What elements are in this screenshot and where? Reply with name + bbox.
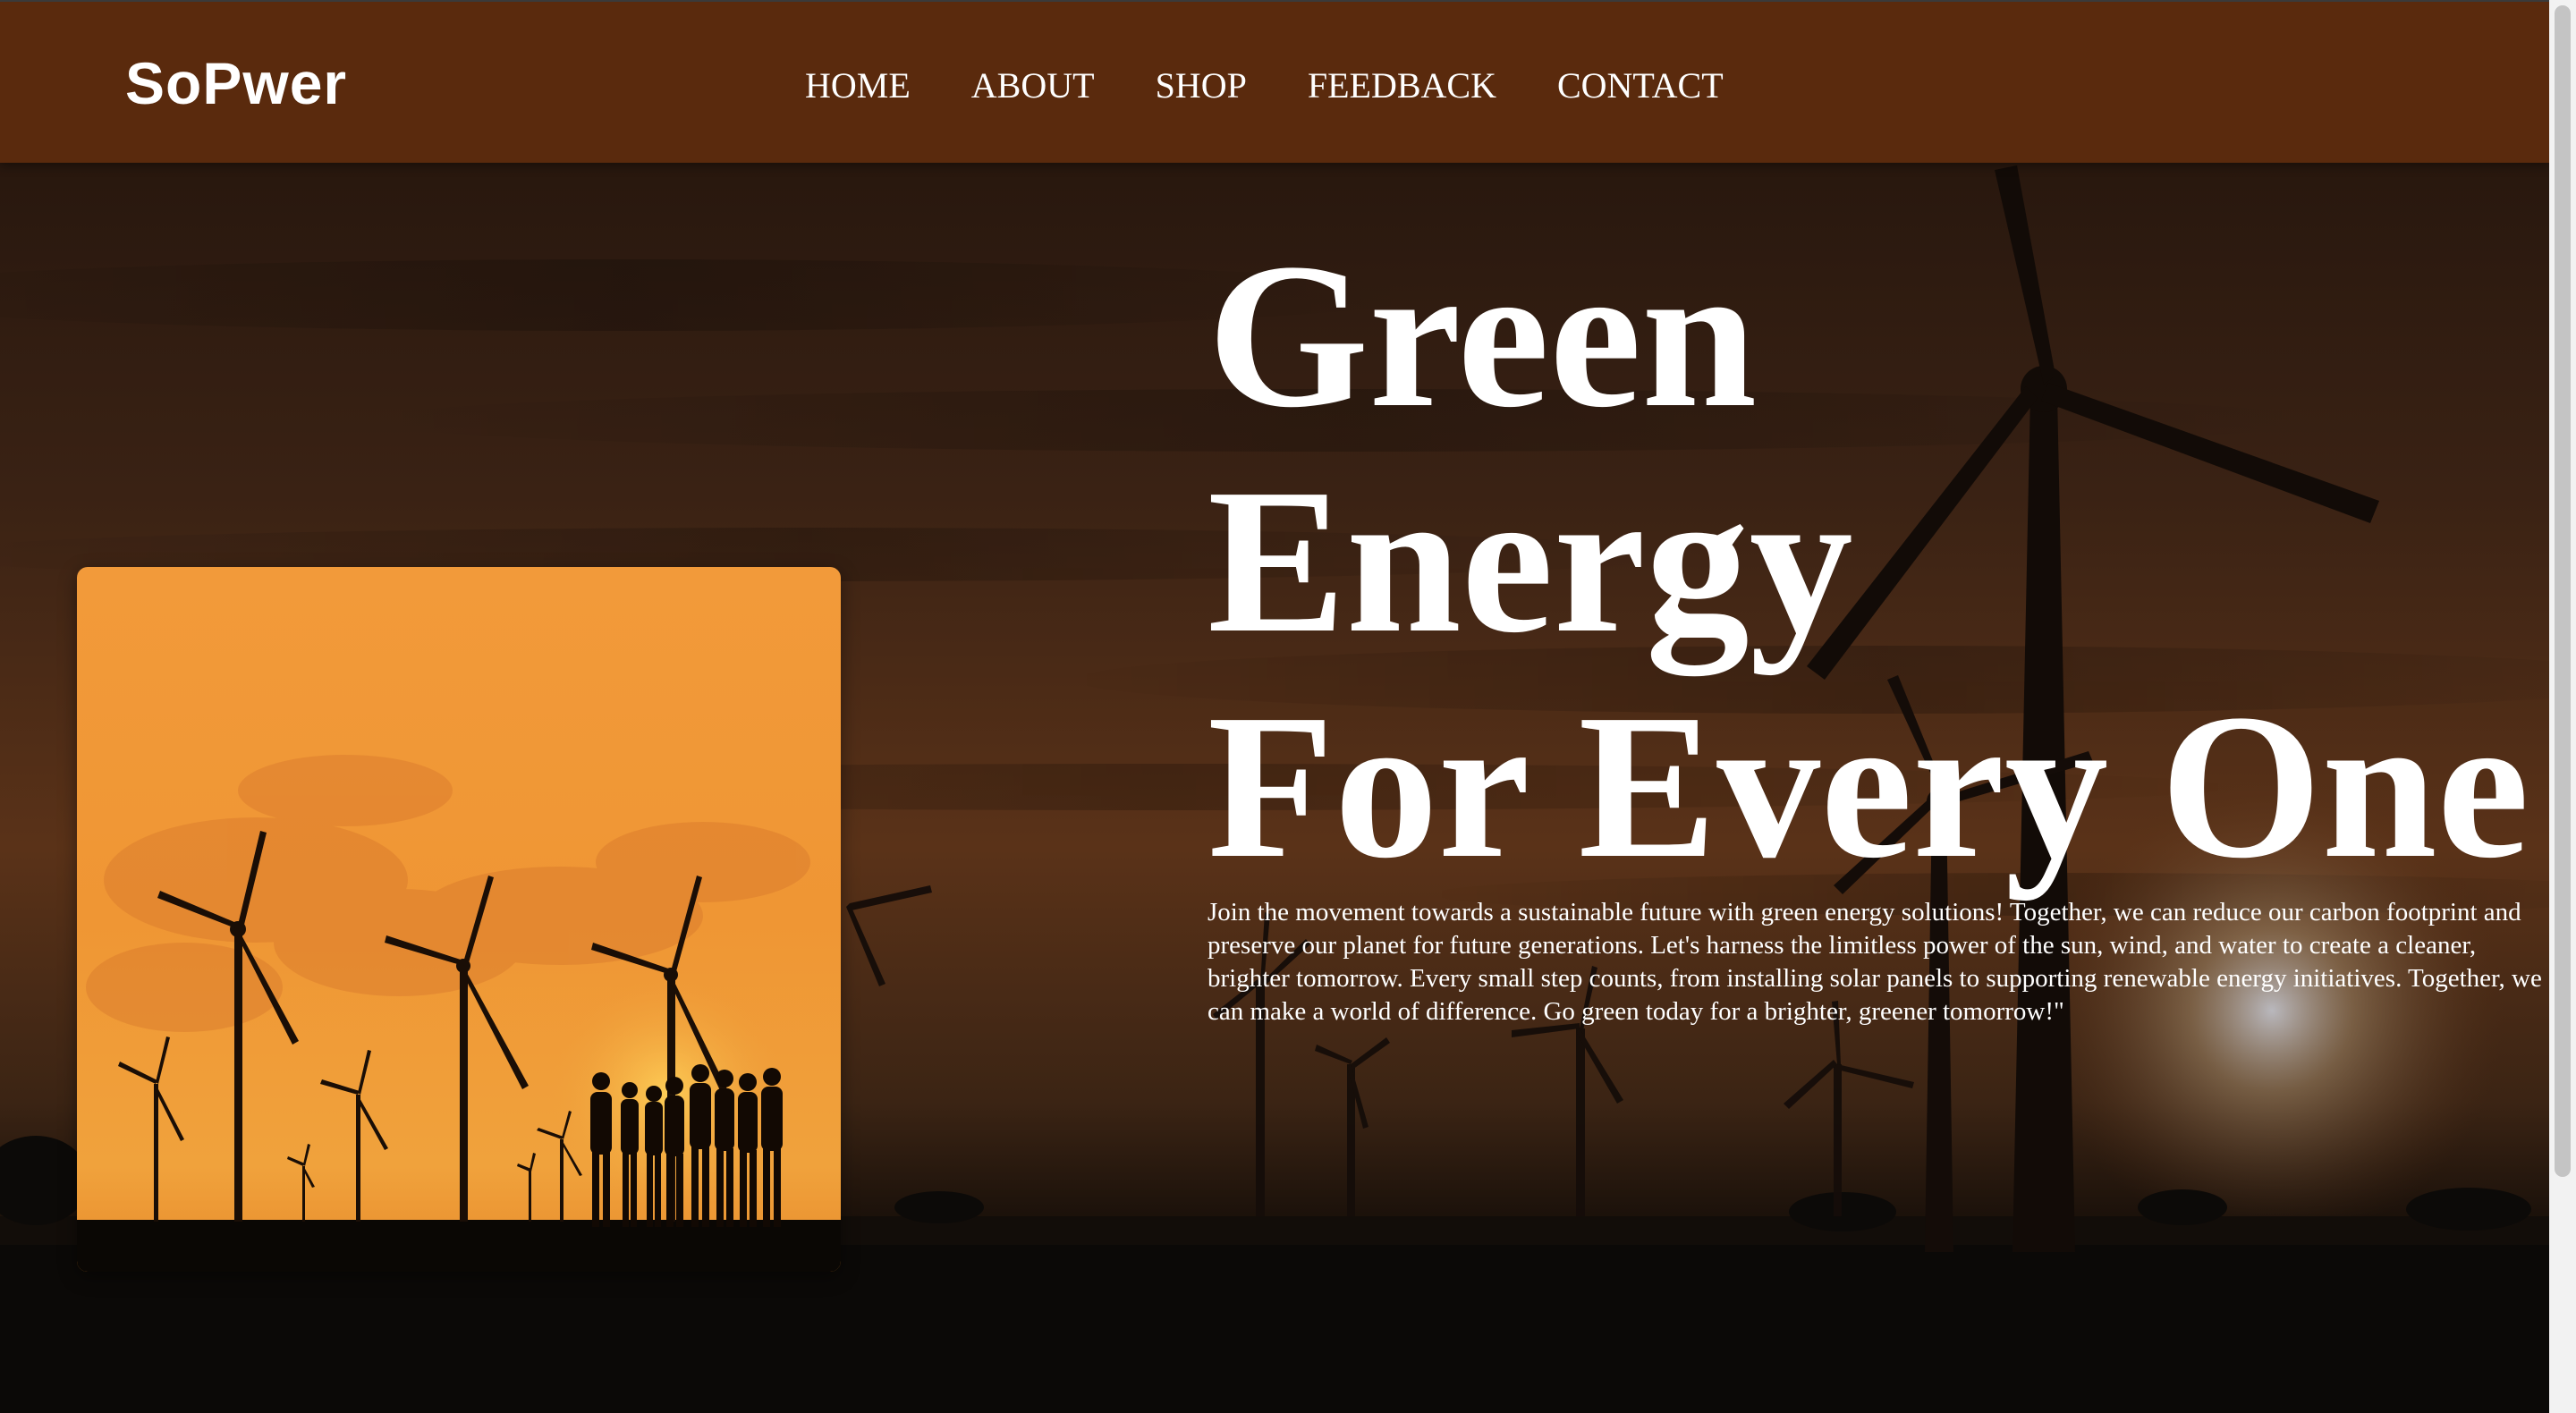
hero-title-line-1: Green bbox=[1208, 221, 1758, 451]
hero-title-line-3: For Every One bbox=[1208, 672, 2529, 901]
feature-image-card bbox=[77, 567, 841, 1272]
nav-link-home[interactable]: HOME bbox=[805, 57, 911, 114]
nav-link-shop[interactable]: SHOP bbox=[1156, 57, 1247, 114]
navbar: SoPwer HOME ABOUT SHOP FEEDBACK CONTACT bbox=[0, 0, 2549, 163]
hero-title-line-2: Energy bbox=[1208, 446, 1853, 676]
nav-link-about[interactable]: ABOUT bbox=[971, 57, 1095, 114]
hero-title: Green Energy For Every One bbox=[1208, 221, 2529, 901]
scrollbar[interactable] bbox=[2549, 0, 2576, 1413]
nav-link-feedback[interactable]: FEEDBACK bbox=[1308, 57, 1496, 114]
brand-logo[interactable]: SoPwer bbox=[125, 43, 347, 123]
nav-menu: HOME ABOUT SHOP FEEDBACK CONTACT bbox=[805, 57, 1784, 114]
scrollbar-thumb[interactable] bbox=[2555, 5, 2571, 1177]
nav-link-contact[interactable]: CONTACT bbox=[1557, 57, 1724, 114]
page: SoPwer HOME ABOUT SHOP FEEDBACK CONTACT bbox=[0, 0, 2576, 1413]
wind-turbines-people-image bbox=[77, 567, 841, 1272]
hero-description: Join the movement towards a sustainable … bbox=[1208, 898, 2542, 1026]
